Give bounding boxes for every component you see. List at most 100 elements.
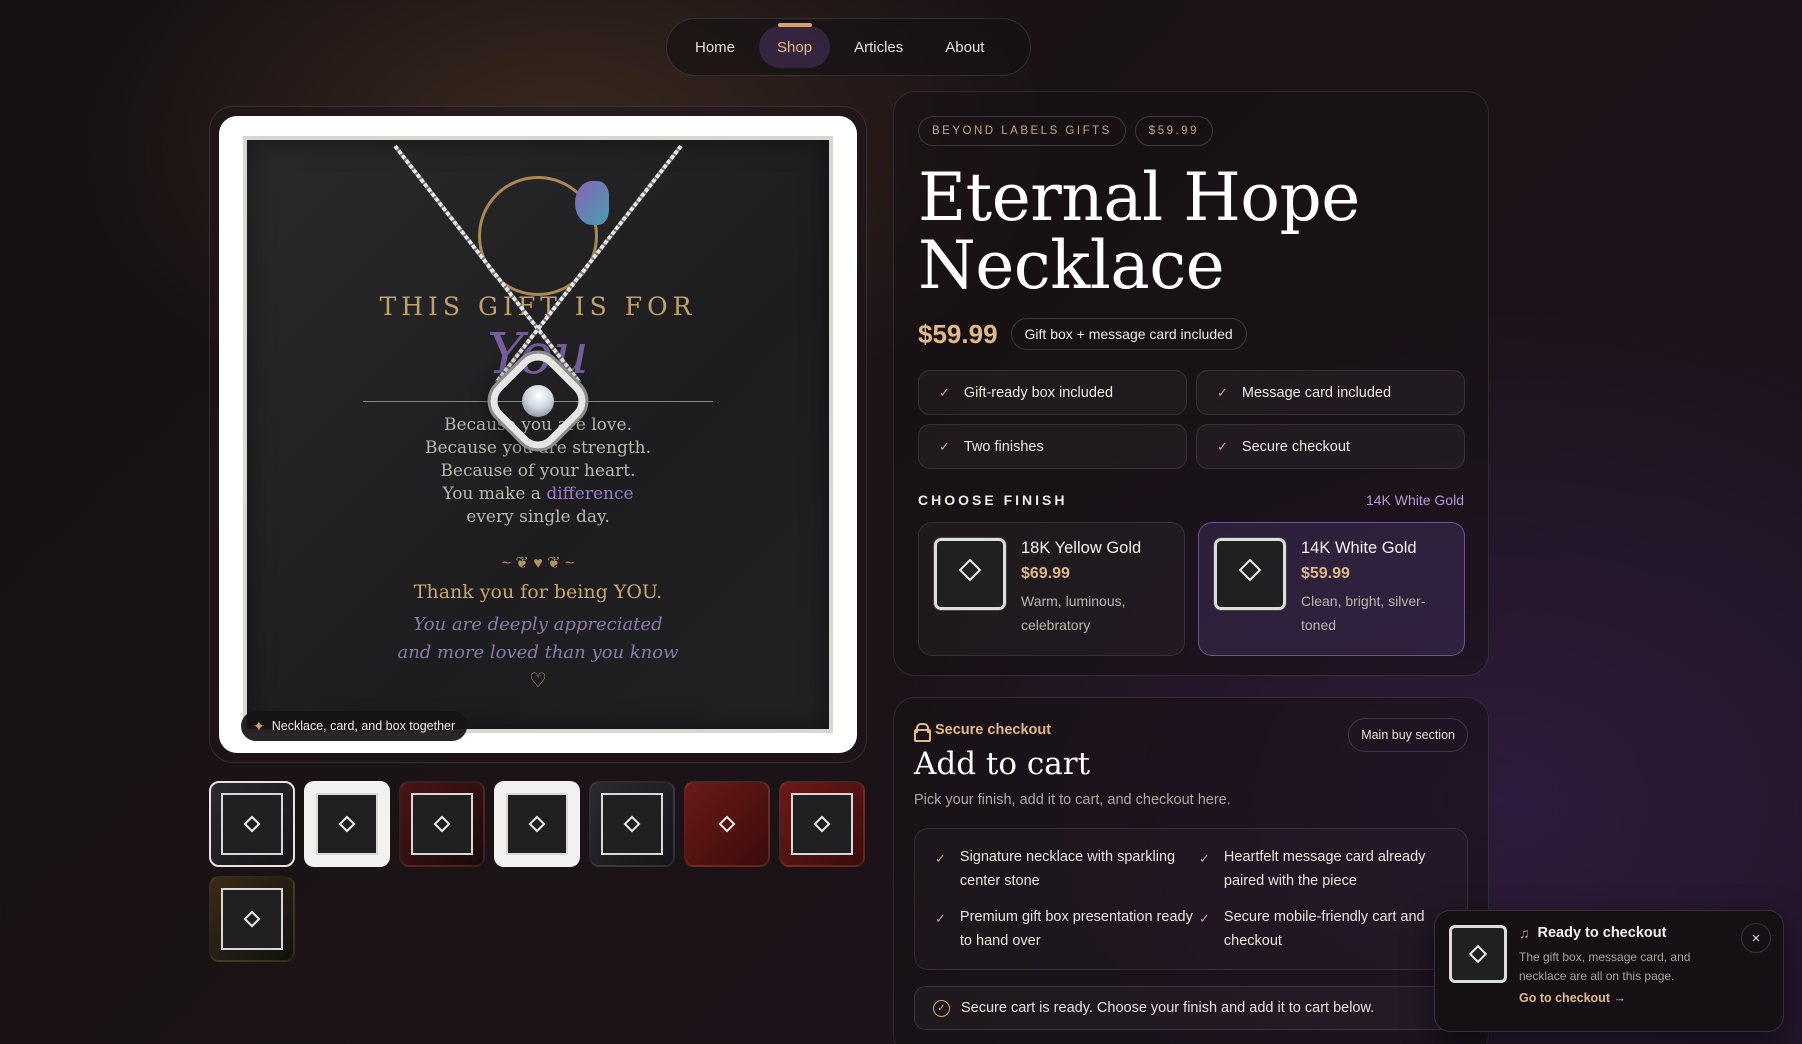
toast-body: ♫ Ready to checkout The gift box, messag… (1519, 925, 1769, 1017)
check-icon: ✓ (935, 851, 946, 866)
product-info-panel: BEYOND LABELS GIFTS $59.99 Eternal Hope … (893, 91, 1489, 676)
main-buy-section-chip: Main buy section (1348, 718, 1468, 752)
gift-box-card: THIS GIFT IS FOR You Because you are lov… (243, 136, 833, 733)
finish-price: $69.99 (1021, 565, 1070, 582)
include-text: Signature necklace with sparkling center… (959, 849, 1176, 889)
feature-grid: ✓ Gift-ready box included ✓ Message card i… (918, 370, 1465, 469)
toast-text: The gift box, message card, and necklace… (1519, 950, 1691, 983)
nav-home[interactable]: Home (677, 26, 753, 68)
close-icon[interactable]: × (1741, 923, 1771, 953)
nav-articles[interactable]: Articles (836, 26, 921, 68)
include-text: Heartfelt message card already paired wi… (1223, 849, 1426, 889)
checkout-toast: ♫ Ready to checkout The gift box, messag… (1434, 910, 1784, 1032)
image-caption-text: Necklace, card, and box together (271, 719, 456, 733)
include-text: Premium gift box presentation ready to h… (959, 909, 1193, 949)
nav-shop[interactable]: Shop (759, 26, 831, 68)
thumbnail-2[interactable] (304, 781, 390, 867)
circle-check-icon: ✓ (933, 999, 950, 1017)
check-icon: ✓ (1199, 851, 1210, 866)
feature-item: ✓ Two finishes (918, 424, 1187, 469)
check-icon: ✓ (939, 438, 950, 454)
card-line-4a: You make a (442, 484, 547, 504)
sparkle-icon: ✦ (253, 717, 265, 734)
product-chips: BEYOND LABELS GIFTS $59.99 (918, 116, 1464, 146)
heart-icon: ♡ (529, 670, 547, 692)
include-item: ✓ Secure mobile-friendly cart and checkou… (1199, 905, 1463, 953)
feature-label: Two finishes (963, 438, 1044, 455)
card-script-1: You are deeply appreciated (413, 614, 663, 635)
price-note-badge: Gift box + message card included (1010, 318, 1247, 350)
card-line-4b: difference (546, 484, 634, 504)
secure-checkout-label: Secure checkout (914, 722, 1052, 742)
feature-label: Message card included (1241, 384, 1392, 401)
brand-chip: BEYOND LABELS GIFTS (918, 116, 1126, 146)
product-title: Eternal Hope Necklace (918, 159, 1360, 304)
cart-status-text: Secure cart is ready. Choose your finish… (961, 1000, 1375, 1016)
thumbnail-strip (209, 781, 869, 962)
secure-checkout-text: Secure checkout (935, 722, 1052, 738)
finish-price: $59.99 (1301, 565, 1350, 582)
go-to-checkout-label: Go to checkout (1519, 991, 1610, 1005)
card-line-5: every single day. (466, 507, 610, 527)
thumbnail-8[interactable] (209, 876, 295, 962)
main-product-image[interactable]: THIS GIFT IS FOR You Because you are lov… (219, 116, 857, 753)
toast-thumbnail (1449, 925, 1507, 983)
nav-about[interactable]: About (927, 26, 1002, 68)
lock-icon (914, 722, 931, 742)
finish-desc: Warm, luminous, celebratory (1021, 593, 1126, 633)
thumbnail-5[interactable] (589, 781, 675, 867)
finish-option-white-gold[interactable]: 14K White Gold $59.99 Clean, bright, sil… (1198, 522, 1465, 656)
card-script: You are deeply appreciated and more love… (243, 611, 833, 667)
finish-thumbnail (933, 537, 1007, 611)
check-icon: ✓ (1199, 911, 1210, 926)
include-item: ✓ Signature necklace with sparkling cente… (935, 845, 1199, 893)
include-item: ✓ Heartfelt message card already paired w… (1199, 845, 1463, 893)
feature-item: ✓ Secure checkout (1196, 424, 1465, 469)
price-row: $59.99 Gift box + message card included (918, 318, 1464, 350)
thumbnail-6[interactable] (684, 781, 770, 867)
check-icon: ✓ (935, 911, 946, 926)
toast-title: Ready to checkout (1537, 925, 1667, 941)
thumbnail-3[interactable] (399, 781, 485, 867)
card-line-3: Because of your heart. (440, 461, 636, 481)
includes-list: ✓ Signature necklace with sparkling cente… (914, 828, 1468, 970)
card-line-4: You make a difference (243, 483, 833, 506)
add-to-cart-panel: Secure checkout Main buy section Add to … (893, 697, 1489, 1044)
arrow-right-icon: → (1613, 991, 1626, 1005)
finish-options: 18K Yellow Gold $69.99 Warm, luminous, c… (918, 522, 1465, 656)
include-text: Secure mobile-friendly cart and checkout (1223, 909, 1425, 949)
finish-name: 14K White Gold (1301, 539, 1417, 557)
price-chip: $59.99 (1134, 116, 1213, 146)
card-script-2: and more loved than you know (397, 642, 679, 663)
thumbnail-4[interactable] (494, 781, 580, 867)
go-to-checkout-link[interactable]: Go to checkout → (1519, 991, 1769, 1005)
finish-header: CHOOSE FINISH 14K White Gold (918, 492, 1464, 508)
include-item: ✓ Premium gift box presentation ready to … (935, 905, 1199, 953)
main-image-frame: THIS GIFT IS FOR You Because you are lov… (209, 106, 867, 763)
finish-desc: Clean, bright, silver-toned (1301, 593, 1426, 633)
check-icon: ✓ (939, 384, 950, 400)
card-ornament-icon: ~ ❦ ♥ ❦ ~ (501, 555, 575, 572)
finish-info: 14K White Gold $59.99 Clean, bright, sil… (1301, 537, 1450, 641)
card-thanks: Thank you for being YOU. (413, 581, 663, 603)
selected-finish-label: 14K White Gold (1365, 492, 1464, 508)
bell-icon: ♫ (1519, 925, 1530, 941)
cart-status-bar: ✓ Secure cart is ready. Choose your fini… (914, 986, 1468, 1030)
feature-label: Gift-ready box included (963, 384, 1114, 401)
finish-option-yellow-gold[interactable]: 18K Yellow Gold $69.99 Warm, luminous, c… (918, 522, 1185, 656)
product-price: $59.99 (918, 318, 998, 349)
thumbnail-7[interactable] (779, 781, 865, 867)
thumbnail-1[interactable] (209, 781, 295, 867)
choose-finish-label: CHOOSE FINISH (918, 492, 1068, 508)
feature-label: Secure checkout (1241, 438, 1350, 455)
image-caption-pill: ✦ Necklace, card, and box together (241, 711, 468, 741)
check-icon: ✓ (1217, 384, 1228, 400)
finish-info: 18K Yellow Gold $69.99 Warm, luminous, c… (1021, 537, 1170, 641)
finish-thumbnail (1213, 537, 1287, 611)
feature-item: ✓ Message card included (1196, 370, 1465, 415)
card-headline: THIS GIFT IS FOR (379, 292, 697, 321)
finish-name: 18K Yellow Gold (1021, 539, 1142, 557)
toast-title-row: ♫ Ready to checkout (1519, 925, 1769, 941)
top-nav: Home Shop Articles About (666, 18, 1031, 76)
cart-subtitle: Pick your finish, add it to cart, and ch… (914, 792, 1231, 808)
